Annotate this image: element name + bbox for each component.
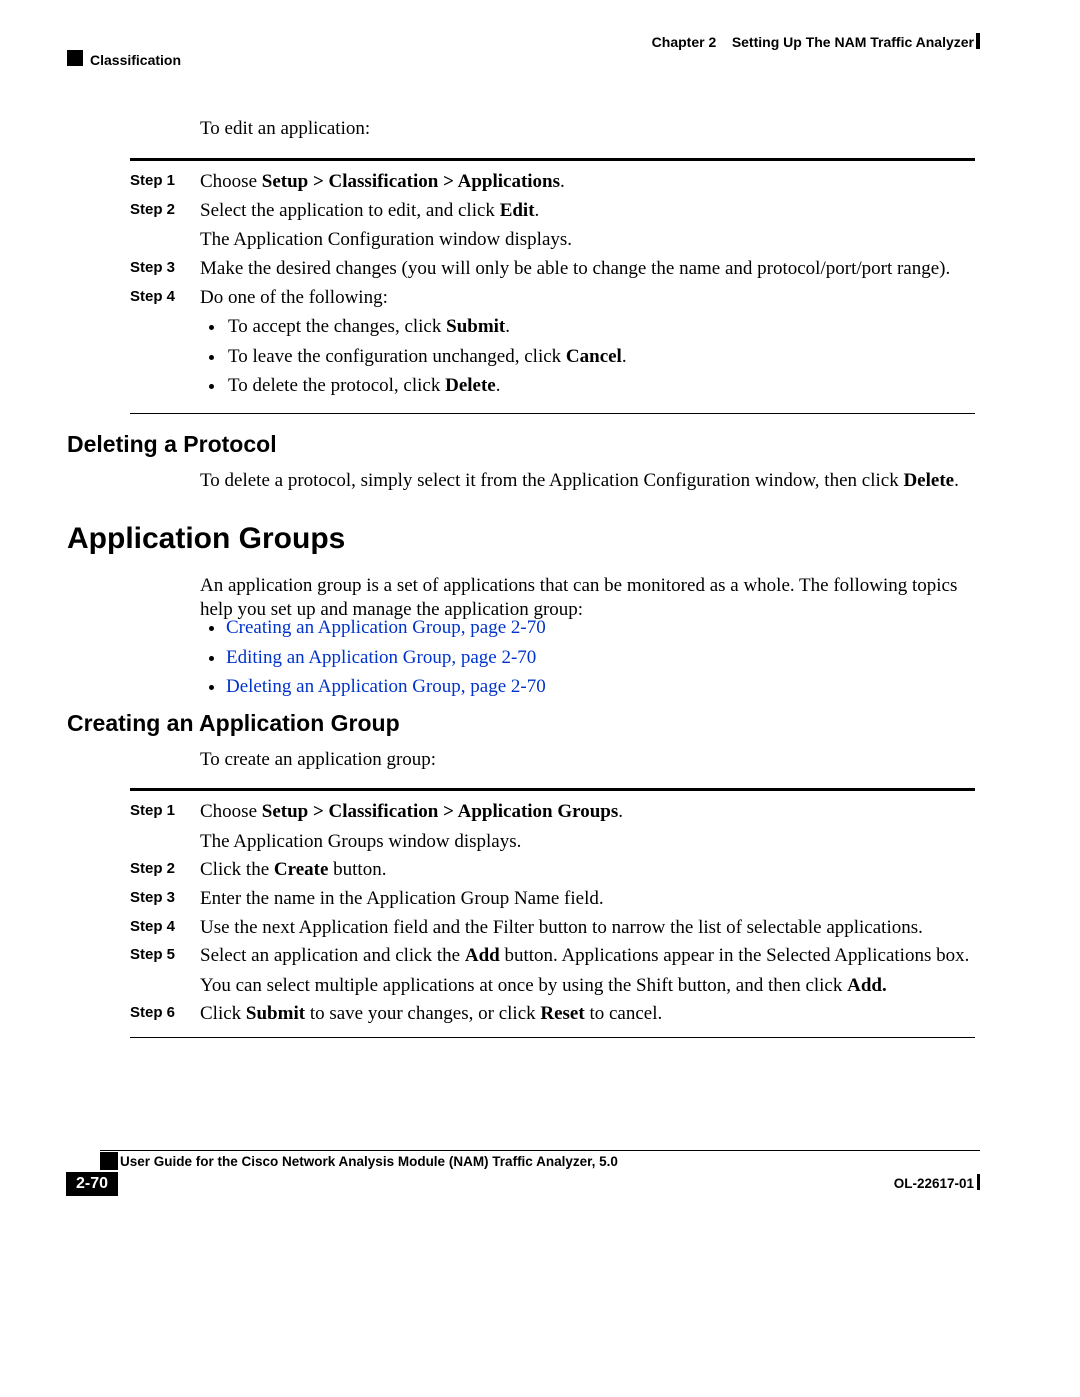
step-label: Step 3 [130, 256, 200, 282]
step-label: Step 2 [130, 857, 200, 883]
creating-intro-text: To create an application group: [200, 748, 436, 772]
footer-doc-id: OL-22617-01 [894, 1176, 974, 1191]
step-row: Step 1Choose Setup > Classification > Ap… [130, 169, 975, 195]
header-square-icon [67, 50, 83, 66]
list-item: To leave the configuration unchanged, cl… [226, 344, 975, 370]
chapter-title: Setting Up The NAM Traffic Analyzer [732, 34, 974, 50]
document-page: Chapter 2 Setting Up The NAM Traffic Ana… [0, 0, 1080, 1397]
running-header-section: Classification [90, 52, 181, 68]
step-label: Step 6 [130, 1001, 200, 1027]
step-row: Step 4Use the next Application field and… [130, 915, 975, 941]
edit-intro-text: To edit an application: [200, 117, 370, 141]
step-text: Enter the name in the Application Group … [200, 886, 975, 912]
step-text: Do one of the following:To accept the ch… [200, 285, 975, 404]
step-label: Step 1 [130, 799, 200, 854]
step-row: Step 5Select an application and click th… [130, 943, 975, 998]
running-header-chapter: Chapter 2 Setting Up The NAM Traffic Ana… [652, 34, 974, 50]
step-subtext: You can select multiple applications at … [200, 973, 975, 999]
list-item: Editing an Application Group, page 2-70 [226, 645, 546, 671]
step-subtext: The Application Groups window displays. [200, 829, 975, 855]
step-row: Step 3Make the desired changes (you will… [130, 256, 975, 282]
step-label: Step 3 [130, 886, 200, 912]
rule-icon [130, 788, 975, 791]
list-item: Deleting an Application Group, page 2-70 [226, 674, 546, 700]
deleting-protocol-text: To delete a protocol, simply select it f… [200, 469, 959, 493]
step-text: Choose Setup > Classification > Applicat… [200, 169, 975, 195]
step-row: Step 4Do one of the following:To accept … [130, 285, 975, 404]
step-text: Use the next Application field and the F… [200, 915, 975, 941]
step-bullet-list: To accept the changes, click Submit. To l… [226, 314, 975, 399]
step-label: Step 4 [130, 915, 200, 941]
step-text: Select an application and click the Add … [200, 943, 975, 998]
page-number: 2-70 [66, 1172, 118, 1196]
rule-icon [130, 1037, 975, 1038]
footer-square-icon [100, 1152, 118, 1170]
rule-icon [130, 158, 975, 161]
step-label: Step 4 [130, 285, 200, 404]
step-row: Step 6Click Submit to save your changes,… [130, 1001, 975, 1027]
footer-guide-title: User Guide for the Cisco Network Analysi… [120, 1154, 618, 1169]
step-text: Click Submit to save your changes, or cl… [200, 1001, 975, 1027]
footer-bar-icon [977, 1174, 980, 1190]
list-item: To accept the changes, click Submit. [226, 314, 975, 340]
heading-creating-app-group: Creating an Application Group [67, 710, 400, 737]
application-groups-link-list: Creating an Application Group, page 2-70… [200, 611, 546, 704]
heading-application-groups: Application Groups [67, 522, 345, 556]
chapter-label: Chapter 2 [652, 34, 717, 50]
step-label: Step 2 [130, 198, 200, 253]
step-text: Choose Setup > Classification > Applicat… [200, 799, 975, 854]
step-row: Step 2Click the Create button. [130, 857, 975, 883]
list-item: To delete the protocol, click Delete. [226, 373, 975, 399]
footer-rule-icon [100, 1150, 980, 1151]
cross-reference-link[interactable]: Editing an Application Group, page 2-70 [226, 647, 536, 668]
step-text: Select the application to edit, and clic… [200, 198, 975, 253]
rule-icon [130, 413, 975, 414]
create-steps-block: Step 1Choose Setup > Classification > Ap… [130, 782, 975, 1048]
header-bar-icon [976, 33, 980, 49]
step-label: Step 5 [130, 943, 200, 998]
step-text: Make the desired changes (you will only … [200, 256, 975, 282]
heading-deleting-protocol: Deleting a Protocol [67, 431, 277, 458]
edit-steps-block: Step 1Choose Setup > Classification > Ap… [130, 152, 975, 424]
step-row: Step 3Enter the name in the Application … [130, 886, 975, 912]
step-label: Step 1 [130, 169, 200, 195]
step-text: Click the Create button. [200, 857, 975, 883]
cross-reference-link[interactable]: Creating an Application Group, page 2-70 [226, 617, 546, 638]
cross-reference-link[interactable]: Deleting an Application Group, page 2-70 [226, 676, 546, 697]
step-row: Step 2Select the application to edit, an… [130, 198, 975, 253]
step-subtext: The Application Configuration window dis… [200, 227, 975, 253]
list-item: Creating an Application Group, page 2-70 [226, 615, 546, 641]
step-row: Step 1Choose Setup > Classification > Ap… [130, 799, 975, 854]
